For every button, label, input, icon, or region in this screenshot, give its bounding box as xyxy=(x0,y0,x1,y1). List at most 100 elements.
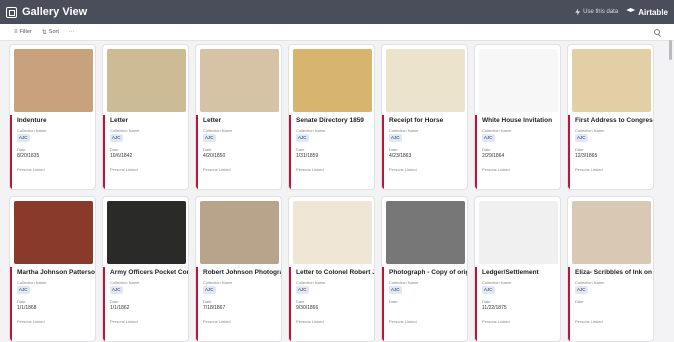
card-thumbnail xyxy=(14,201,93,264)
collection-chip: AJC xyxy=(296,134,309,142)
card-title: Letter xyxy=(110,117,129,124)
card-title: Martha Johnson Patterson L... xyxy=(17,269,96,276)
card-title: Robert Johnson Photograph xyxy=(203,269,281,276)
date-label: Date xyxy=(389,299,398,304)
card-thumbnail xyxy=(479,49,558,112)
date-value: 4/20/1850 xyxy=(203,153,226,159)
collection-label: Collection Name xyxy=(575,128,605,133)
card-body: Senate Directory 1859 Collection Name AJC D… xyxy=(289,115,374,189)
collection-chip: AJC xyxy=(482,286,495,294)
persons-list xyxy=(482,325,560,333)
card-title: Ledger/Settlement xyxy=(482,269,539,276)
collection-label: Collection Name xyxy=(575,280,605,285)
gallery-card[interactable]: First Address to Congress Collection Name… xyxy=(567,44,654,190)
collection-chip: AJC xyxy=(17,286,30,294)
more-button[interactable]: ··· xyxy=(69,29,75,35)
collection-label: Collection Name xyxy=(482,280,512,285)
collection-label: Collection Name xyxy=(389,280,419,285)
card-title: White House Invitation xyxy=(482,117,553,124)
sort-icon: ⇅ xyxy=(41,29,47,36)
card-title: Receipt for Horse xyxy=(389,117,444,124)
card-thumbnail xyxy=(293,49,372,112)
date-value: 12/3/1865 xyxy=(575,153,598,159)
airtable-brand: Airtable xyxy=(638,7,668,17)
date-value: 1/31/1859 xyxy=(296,153,319,159)
gallery-card[interactable]: Letter Collection Name AJC Date 10/6/1842 Per… xyxy=(102,44,189,190)
card-body: Receipt for Horse Collection Name AJC Date 4… xyxy=(382,115,467,189)
card-thumbnail xyxy=(572,49,651,112)
card-thumbnail xyxy=(386,201,465,264)
card-thumbnail xyxy=(200,201,279,264)
date-value: 10/6/1842 xyxy=(110,153,133,159)
gallery-card[interactable]: Letter to Colonel Robert Joh... Collectio… xyxy=(288,196,375,342)
collection-label: Collection Name xyxy=(110,128,140,133)
card-body: Letter Collection Name AJC Date 10/6/1842 Per… xyxy=(103,115,188,189)
collection-label: Collection Name xyxy=(296,128,326,133)
date-value: 1/1/1868 xyxy=(17,305,37,311)
card-title: Indenture xyxy=(17,117,47,124)
filter-icon: ≡ xyxy=(14,29,18,35)
persons-label: Persons Linked xyxy=(575,167,603,172)
collection-label: Collection Name xyxy=(389,128,419,133)
date-label: Date xyxy=(389,147,398,152)
gallery-card[interactable]: Ledger/Settlement Collection Name AJC Date 1… xyxy=(474,196,561,342)
persons-list xyxy=(203,325,281,333)
filter-label: Filter xyxy=(19,29,32,35)
gallery-card[interactable]: White House Invitation Collection Name AJC… xyxy=(474,44,561,190)
card-body: Letter to Colonel Robert Joh... Collectio… xyxy=(289,267,374,341)
gallery-card[interactable]: Indenture Collection Name AJC Date 8/20/1835… xyxy=(9,44,96,190)
persons-list: Moorehead, AlexanderLincoln, Mord xyxy=(17,173,95,181)
collection-chip: AJC xyxy=(203,286,216,294)
sort-button[interactable]: ⇅ Sort xyxy=(42,29,59,36)
date-value: 11/22/1875 xyxy=(482,305,507,311)
gallery-card[interactable]: Martha Johnson Patterson L... Collection … xyxy=(9,196,96,342)
gallery-card[interactable]: Eliza- Scribbles of Ink on Pa... Collecti… xyxy=(567,196,654,342)
persons-label: Persons Linked xyxy=(389,167,417,172)
persons-list: Johnson, Andrew xyxy=(296,173,374,181)
use-data-button[interactable]: Use this data xyxy=(575,8,618,16)
persons-label: Persons Linked xyxy=(17,167,45,172)
collection-label: Collection Name xyxy=(482,128,512,133)
card-body: Martha Johnson Patterson L... Collection … xyxy=(10,267,96,341)
persons-list: Lincoln, AbrahamJohnson, Andrew xyxy=(482,173,560,181)
card-title: Letter to Colonel Robert Joh... xyxy=(296,269,374,276)
persons-label: Persons Linked xyxy=(110,167,138,172)
scrollbar[interactable] xyxy=(669,40,672,60)
airtable-logo[interactable]: Airtable xyxy=(626,8,668,17)
persons-list xyxy=(389,325,467,333)
card-title: First Address to Congress xyxy=(575,117,654,124)
persons-list: Johnson, Andrew xyxy=(575,173,653,181)
collection-label: Collection Name xyxy=(17,280,47,285)
gallery-card[interactable]: Robert Johnson Photograph Collection Name… xyxy=(195,196,282,342)
card-body: Army Officers Pocket Comp... Collection N… xyxy=(103,267,188,341)
card-body: First Address to Congress Collection Name… xyxy=(568,115,654,189)
date-label: Date xyxy=(482,299,491,304)
date-label: Date xyxy=(482,147,491,152)
card-body: Eliza- Scribbles of Ink on Pa... Collecti… xyxy=(568,267,653,341)
persons-list: Johnson, Andrew xyxy=(110,173,188,181)
collection-label: Collection Name xyxy=(110,280,140,285)
gallery-card[interactable]: Photograph - Copy of original Collection … xyxy=(381,196,468,342)
date-label: Date xyxy=(17,299,26,304)
gallery-card[interactable]: Receipt for Horse Collection Name AJC Date 4… xyxy=(381,44,468,190)
gallery-card[interactable]: Letter Collection Name AJC Date 4/20/1850 Per… xyxy=(195,44,282,190)
filter-button[interactable]: ≡ Filter xyxy=(14,29,32,35)
gallery-card[interactable]: Senate Directory 1859 Collection Name AJC D… xyxy=(288,44,375,190)
card-body: Photograph - Copy of original Collection … xyxy=(382,267,467,341)
date-value: 9/30/1866 xyxy=(296,305,319,311)
date-value: 4/23/1863 xyxy=(389,153,412,159)
bolt-icon xyxy=(575,8,581,16)
card-thumbnail xyxy=(200,49,279,112)
persons-label: Persons Linked xyxy=(482,167,510,172)
persons-list xyxy=(110,325,188,333)
more-icon: ··· xyxy=(68,29,75,35)
view-toolbar: ≡ Filter ⇅ Sort ··· xyxy=(0,24,674,41)
collection-chip: AJC xyxy=(110,286,123,294)
sort-label: Sort xyxy=(48,29,59,35)
collection-chip: AJC xyxy=(575,134,588,142)
page-title: Gallery View xyxy=(22,6,88,18)
gallery-card[interactable]: Army Officers Pocket Comp... Collection N… xyxy=(102,196,189,342)
date-label: Date xyxy=(110,147,119,152)
persons-label: Persons Linked xyxy=(203,167,231,172)
search-icon[interactable] xyxy=(654,29,660,35)
